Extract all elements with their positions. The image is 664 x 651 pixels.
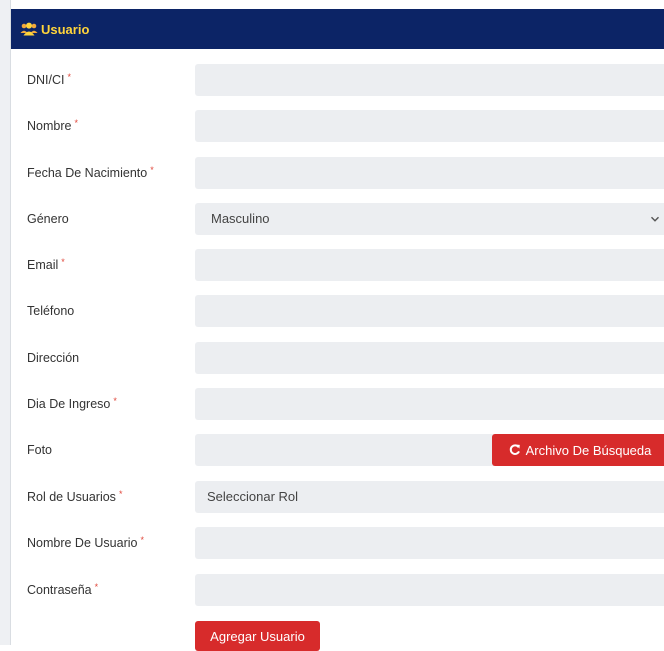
email-field[interactable] <box>195 249 664 281</box>
chevron-down-icon <box>650 216 660 222</box>
rol-row: Rol de Usuarios * Seleccionar Rol <box>11 481 664 513</box>
usuario-label: Nombre De Usuario * <box>27 535 144 550</box>
telefono-label: Teléfono <box>27 304 75 318</box>
browse-file-label: Archivo De Búsqueda <box>525 442 652 458</box>
direccion-field[interactable] <box>195 342 664 374</box>
password-field[interactable] <box>195 574 664 606</box>
genero-select[interactable]: Masculino <box>195 203 664 235</box>
foto-row: Foto Archivo De Búsqueda <box>11 434 664 466</box>
ingreso-input[interactable] <box>195 388 664 420</box>
genero-row: Género Masculino <box>11 203 664 235</box>
browse-file-button[interactable]: Archivo De Búsqueda <box>492 434 664 466</box>
fecha-input[interactable] <box>195 157 664 189</box>
user-form-card: Usuario DNI/CI * Nombre * Fecha De Nacimie… <box>11 9 664 651</box>
required-mark: * <box>94 582 99 592</box>
add-user-button[interactable]: Agregar Usuario <box>195 621 320 651</box>
direccion-label: Dirección <box>27 351 80 365</box>
telefono-input[interactable] <box>195 295 664 327</box>
usuario-input[interactable] <box>195 527 664 559</box>
required-mark: * <box>118 489 123 499</box>
dni-input[interactable] <box>195 64 664 96</box>
required-mark: * <box>140 535 144 545</box>
password-row: Contraseña * <box>11 574 664 606</box>
required-mark: * <box>113 396 117 406</box>
fecha-field[interactable] <box>195 157 664 189</box>
dni-field[interactable] <box>195 64 664 96</box>
dni-row: DNI/CI * <box>11 64 664 96</box>
users-icon <box>20 22 38 36</box>
card-header: Usuario <box>11 9 664 49</box>
dni-label: DNI/CI * <box>27 72 72 87</box>
email-row: Email * <box>11 249 664 281</box>
required-mark: * <box>74 118 78 128</box>
rol-placeholder: Seleccionar Rol <box>207 489 299 504</box>
nombre-field[interactable] <box>195 110 664 142</box>
nombre-row: Nombre * <box>11 110 664 142</box>
password-label: Contraseña * <box>27 582 99 597</box>
ingreso-row: Dia De Ingreso * <box>11 388 664 420</box>
card-title: Usuario <box>41 21 90 37</box>
direccion-row: Dirección <box>11 342 664 374</box>
add-user-label: Agregar Usuario <box>210 628 305 644</box>
direccion-input[interactable] <box>195 342 664 374</box>
required-mark: * <box>67 72 72 82</box>
password-input[interactable] <box>195 574 664 606</box>
left-panel-border <box>0 0 11 645</box>
rol-label: Rol de Usuarios * <box>27 489 123 504</box>
required-mark: * <box>150 165 154 175</box>
foto-label: Foto <box>27 443 53 457</box>
genero-selected-value: Masculino <box>211 211 270 226</box>
ingreso-label: Dia De Ingreso * <box>27 396 117 411</box>
nombre-input[interactable] <box>195 110 664 142</box>
rol-select[interactable]: Seleccionar Rol <box>195 481 664 513</box>
required-mark: * <box>61 257 65 267</box>
ingreso-field[interactable] <box>195 388 664 420</box>
usuario-field[interactable] <box>195 527 664 559</box>
email-label: Email * <box>27 257 65 272</box>
usuario-row: Nombre De Usuario * <box>11 527 664 559</box>
telefono-field[interactable] <box>195 295 664 327</box>
foto-file-input[interactable]: Archivo De Búsqueda <box>195 434 664 466</box>
fecha-row: Fecha De Nacimiento * <box>11 157 664 189</box>
nombre-label: Nombre * <box>27 118 78 133</box>
refresh-icon <box>509 444 520 455</box>
email-input[interactable] <box>195 249 664 281</box>
genero-label: Género <box>27 212 69 226</box>
telefono-row: Teléfono <box>11 295 664 327</box>
fecha-label: Fecha De Nacimiento * <box>27 165 154 180</box>
